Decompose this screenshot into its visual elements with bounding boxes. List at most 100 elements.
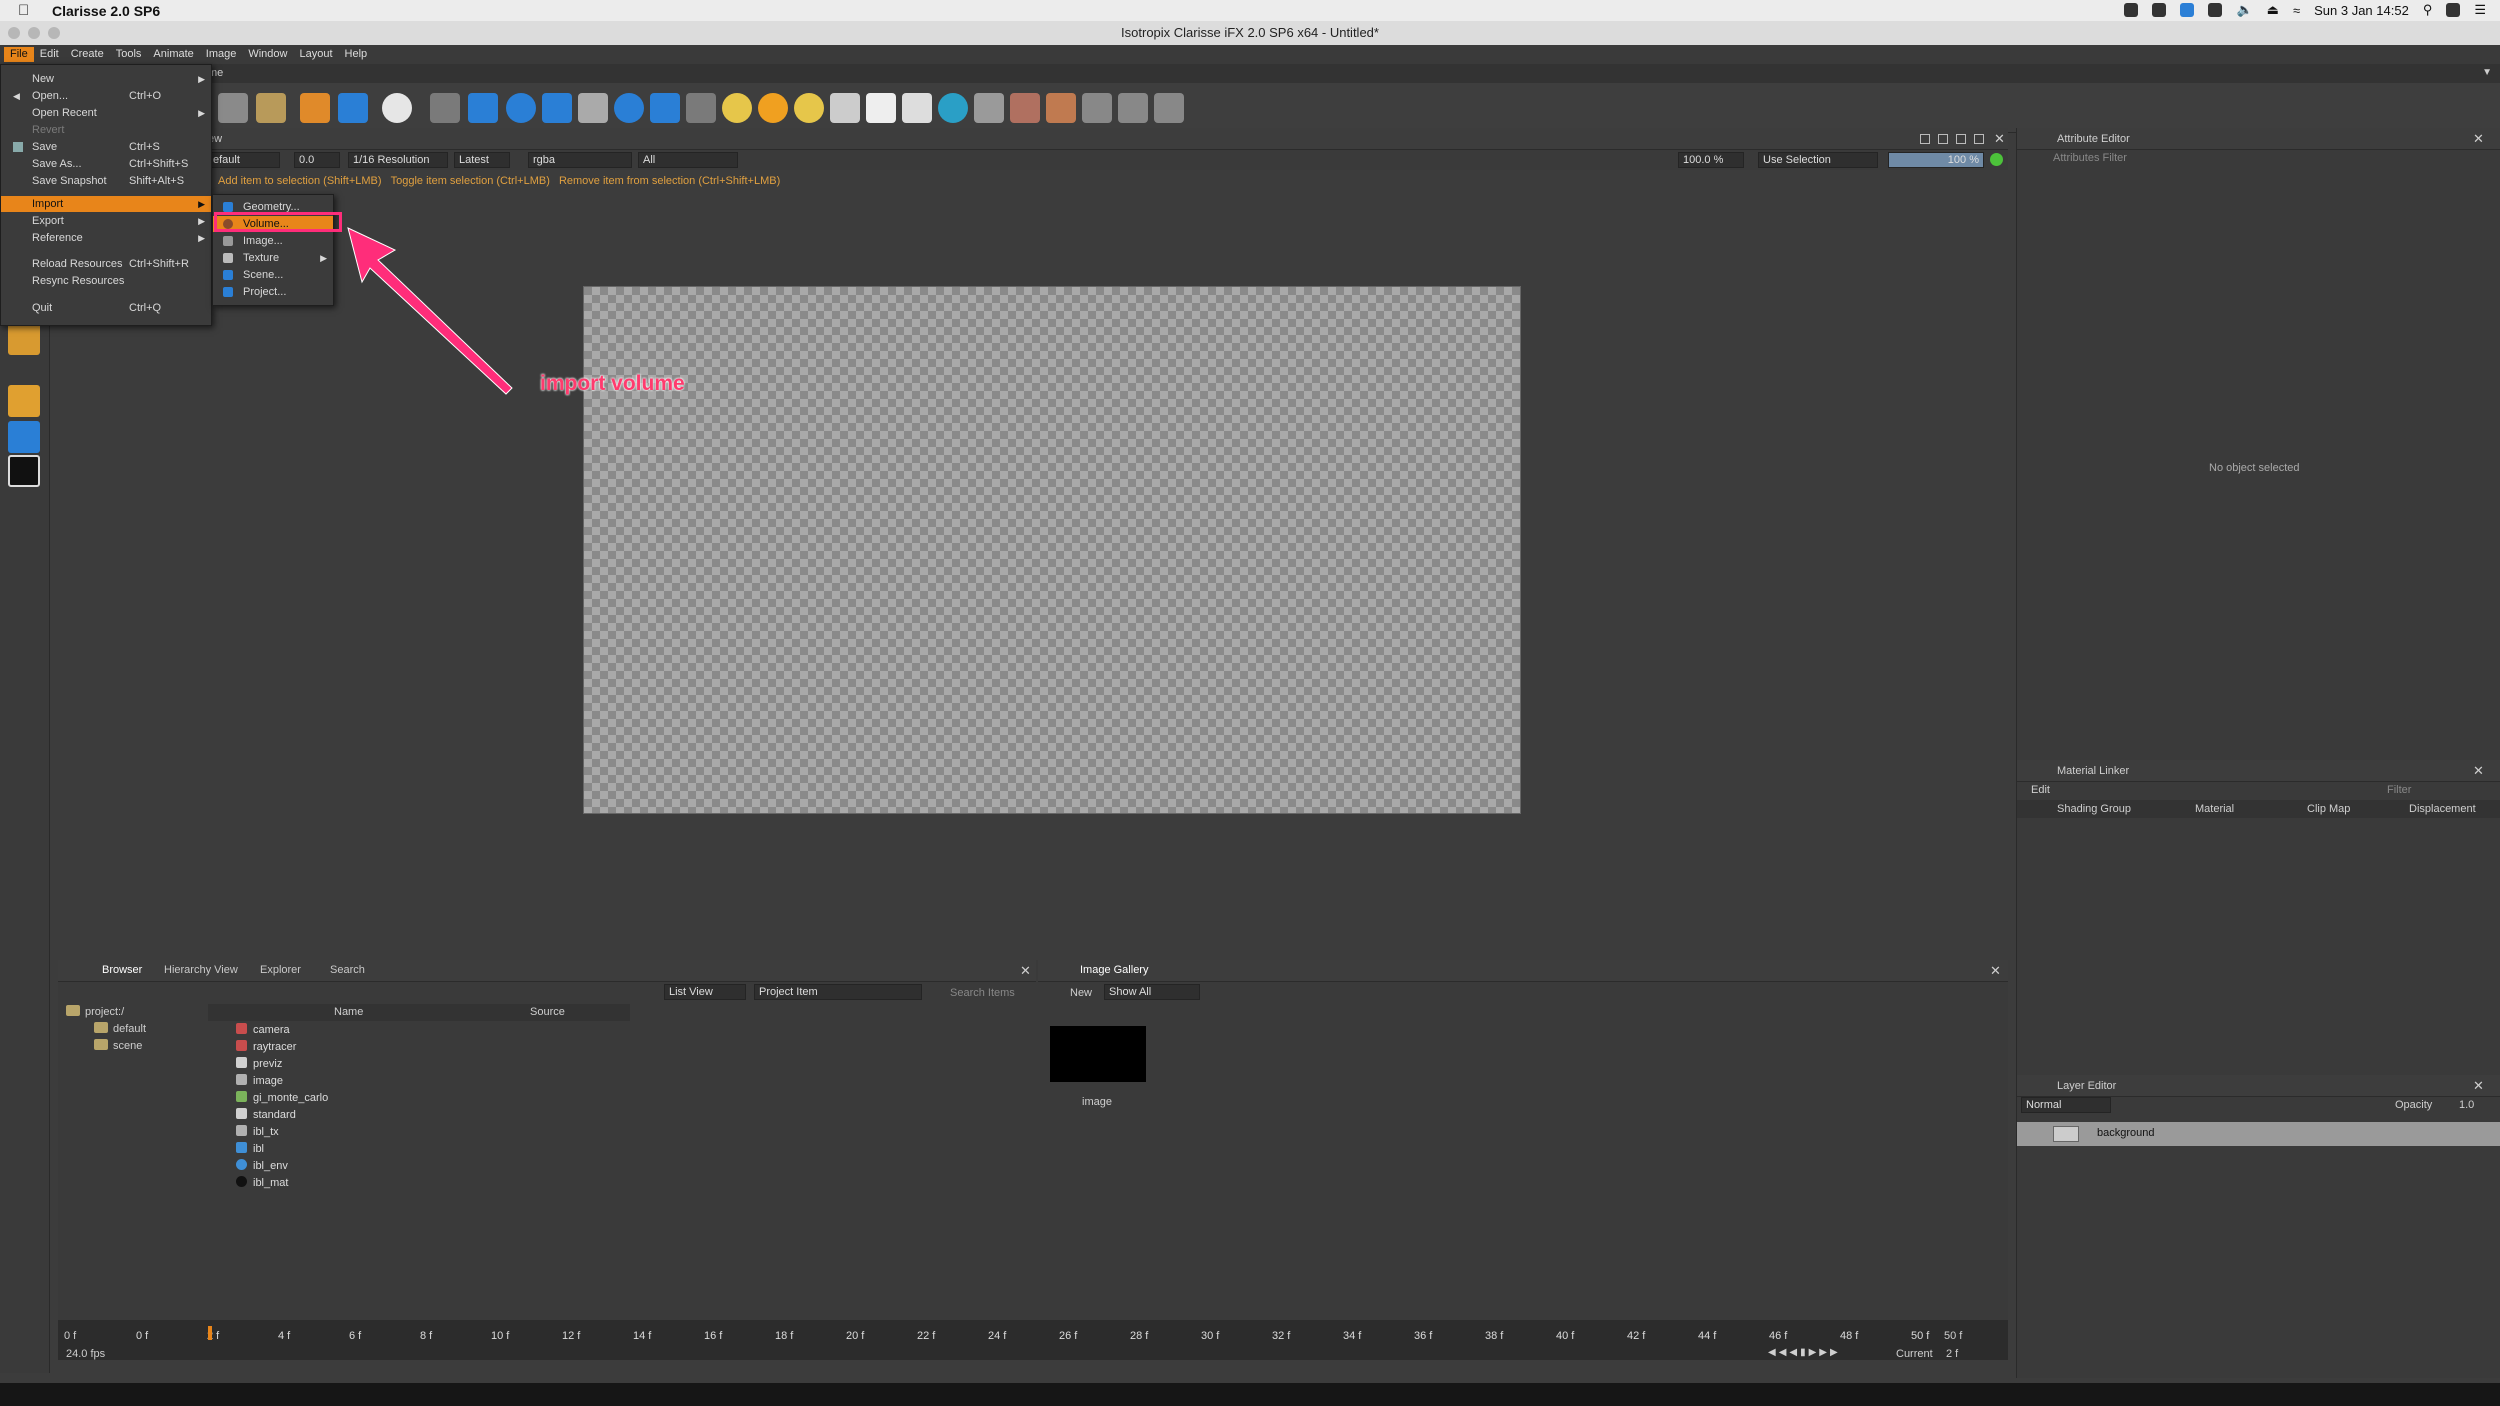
menu-item-save-snapshot[interactable]: Save Snapshot Shift+Alt+S [1,173,211,189]
column-header[interactable]: Displacement [2409,803,2476,815]
list-item[interactable]: raytracer [236,1039,296,1056]
image-icon[interactable] [974,93,1004,123]
exposure-field[interactable]: 0.0 [294,152,340,168]
layout-icon[interactable] [1938,134,1948,144]
menu-item-export[interactable]: Export ▶ [1,213,211,229]
deform-icon[interactable] [430,93,460,123]
wifi-icon[interactable]: ≈ [2293,3,2300,18]
list-item[interactable]: camera [236,1022,290,1039]
lock-icon[interactable] [218,93,248,123]
texture-icon[interactable] [1010,93,1040,123]
list-item[interactable]: standard [236,1107,296,1124]
column-header[interactable]: Source [530,1006,565,1018]
layout-icon[interactable] [1920,134,1930,144]
shape-icon[interactable] [338,93,368,123]
status-icon[interactable] [2208,3,2223,17]
list-item[interactable]: gi_monte_carlo [236,1090,328,1107]
menu-create[interactable]: Create [65,47,110,62]
list-item[interactable]: ibl_tx [236,1124,279,1141]
deform-icon[interactable] [1082,93,1112,123]
sphere-icon[interactable] [382,93,412,123]
cube-icon[interactable] [300,93,330,123]
column-header[interactable]: Clip Map [2307,803,2350,815]
search-items-input[interactable]: Search Items [950,987,1015,999]
menu-item-save[interactable]: Save Ctrl+S [1,139,211,155]
shape-icon[interactable] [830,93,860,123]
tab-explorer[interactable]: Explorer [260,964,301,976]
close-icon[interactable]: ✕ [2473,1078,2484,1094]
version-dropdown[interactable]: Latest [454,152,510,168]
menu-item-import-project[interactable]: Project... [213,284,333,300]
tab-hierarchy-view[interactable]: Hierarchy View [164,964,238,976]
shape-icon[interactable] [468,93,498,123]
menu-help[interactable]: Help [339,47,374,62]
material-linker-title[interactable]: Material Linker [2057,765,2129,777]
brush-icon[interactable] [902,93,932,123]
menu-item-reference[interactable]: Reference ▶ [1,230,211,246]
fps-field[interactable]: 24.0 fps [66,1348,105,1360]
close-icon[interactable]: ✕ [1990,963,2001,979]
status-icon[interactable] [2152,3,2167,17]
item-type-dropdown[interactable]: Project Item [754,984,922,1000]
sphere-icon[interactable] [614,93,644,123]
notification-center-icon[interactable]: ☰ [2474,2,2486,18]
menu-item-open[interactable]: ◀ Open... Ctrl+O [1,88,211,104]
close-icon[interactable]: ✕ [1994,131,2005,147]
attribute-editor-title[interactable]: Attribute Editor [2057,133,2130,145]
user-icon[interactable] [2446,3,2461,17]
list-item[interactable]: ibl [236,1141,264,1158]
layer-row[interactable]: background [2017,1122,2500,1146]
grid-icon[interactable] [650,93,680,123]
playback-controls[interactable]: ◀◀◀▮▶▶▶ [1768,1347,1841,1358]
torus-icon[interactable] [938,93,968,123]
layer-editor-title[interactable]: Layer Editor [2057,1080,2116,1092]
shape-icon[interactable] [866,93,896,123]
deform-icon[interactable] [1154,93,1184,123]
menu-item-open-recent[interactable]: Open Recent ▶ [1,105,211,121]
layer-dropdown[interactable]: All [638,152,738,168]
timeline-start[interactable]: 0 f [64,1330,76,1342]
tab-search[interactable]: Search [330,964,365,976]
tree-node[interactable]: default [94,1021,146,1037]
render-viewport[interactable] [583,286,1521,814]
menu-file[interactable]: File [4,47,34,62]
menu-tools[interactable]: Tools [110,47,148,62]
menu-window[interactable]: Window [242,47,293,62]
grid-icon[interactable] [578,93,608,123]
pen-icon[interactable] [542,93,572,123]
pick-tool-icon[interactable] [8,421,40,453]
list-item[interactable]: ibl_env [236,1158,288,1175]
edit-menu[interactable]: Edit [2031,784,2050,796]
datetime[interactable]: Sun 3 Jan 14:52 [2314,3,2409,18]
column-header[interactable]: Material [2195,803,2234,815]
menu-edit[interactable]: Edit [34,47,65,62]
light-icon[interactable] [794,93,824,123]
menu-item-import-scene[interactable]: Scene... [213,267,333,283]
list-item[interactable]: previz [236,1056,282,1073]
camera-dropdown[interactable]: efault [208,152,280,168]
menu-image[interactable]: Image [200,47,243,62]
menu-item-new[interactable]: New ▶ [1,71,211,87]
minimize-window-button[interactable] [28,27,40,39]
resolution-dropdown[interactable]: 1/16 Resolution [348,152,448,168]
gallery-thumbnail[interactable] [1050,1026,1146,1082]
sun-icon[interactable] [758,93,788,123]
volume-status-icon[interactable]: 🔈 [2236,2,2252,18]
new-gallery-button[interactable]: New [1070,987,1092,999]
menu-item-quit[interactable]: Quit Ctrl+Q [1,300,211,316]
status-icon[interactable] [2180,3,2195,17]
view-mode-dropdown[interactable]: List View [664,984,746,1000]
menu-layout[interactable]: Layout [293,47,338,62]
timeline-end[interactable]: 50 f [1944,1330,1962,1342]
tab-image-gallery[interactable]: Image Gallery [1080,964,1148,976]
attributes-filter-input[interactable]: Attributes Filter [2053,152,2127,164]
particles-icon[interactable] [1046,93,1076,123]
close-icon[interactable]: ✕ [2473,131,2484,147]
column-header[interactable]: Name [334,1006,363,1018]
menu-item-import[interactable]: Import ▶ [1,196,211,212]
deform-icon[interactable] [1118,93,1148,123]
channel-dropdown[interactable]: rgba [528,152,632,168]
menu-item-import-image[interactable]: Image... [213,233,333,249]
light-icon[interactable] [722,93,752,123]
app-name[interactable]: Clarisse 2.0 SP6 [52,3,160,19]
